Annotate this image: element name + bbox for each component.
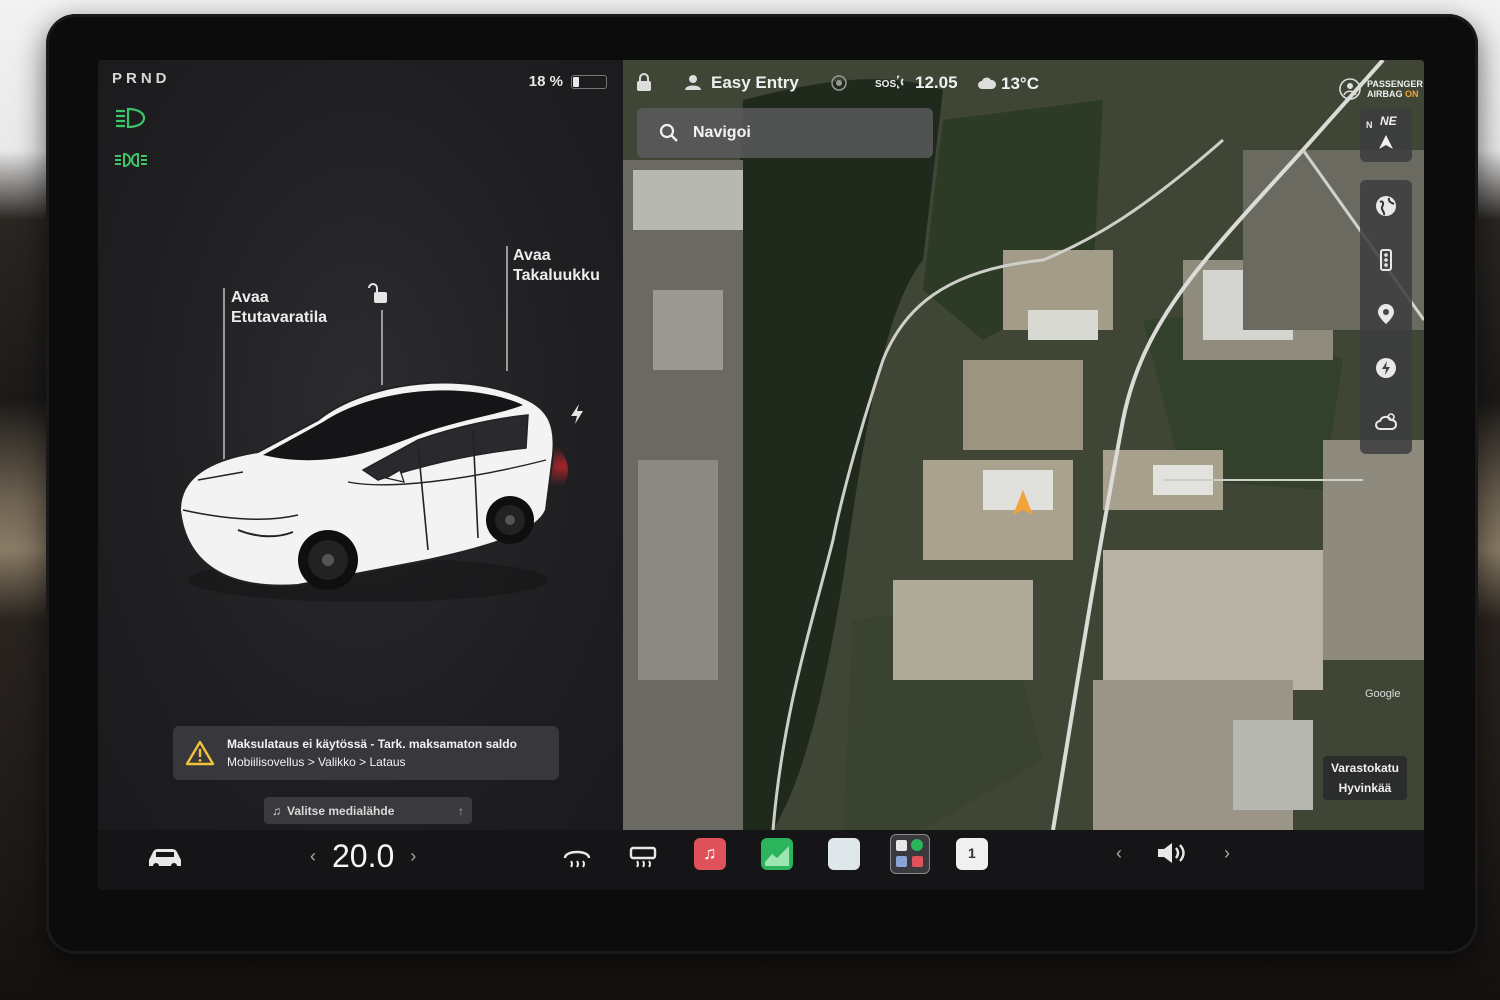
gear-indicator: PRND xyxy=(112,70,171,87)
battery-icon xyxy=(571,74,607,89)
cabin-temperature[interactable]: 20.0 xyxy=(332,838,394,875)
charging-alert[interactable]: Maksulataus ei käytössä - Tark. maksamat… xyxy=(173,726,559,780)
trunk-callout-line xyxy=(506,246,508,371)
music-note-icon: ♫ xyxy=(272,803,281,818)
apps-grid-icon xyxy=(896,839,923,867)
media-source-label: Valitse medialähde xyxy=(287,803,395,818)
energy-graph-icon xyxy=(765,846,789,866)
alert-path: Mobiilisovellus > Valikko > Lataus xyxy=(227,755,406,769)
airbag-label-line2: AIRBAG xyxy=(1367,89,1403,99)
battery-indicator: 18 % xyxy=(529,73,607,90)
map-pin-icon[interactable] xyxy=(1374,302,1398,326)
speaker-icon[interactable] xyxy=(1156,840,1190,866)
calendar-app-icon[interactable]: 1 xyxy=(956,838,988,870)
warning-icon xyxy=(185,740,215,766)
open-frunk-button[interactable]: Avaa Etutavaratila xyxy=(231,288,327,328)
airbag-label-line1: PASSENGER xyxy=(1367,79,1423,89)
cloud-icon xyxy=(978,77,997,89)
navigation-arrow-icon xyxy=(1379,135,1393,149)
compass-heading-label: NE xyxy=(1380,114,1397,128)
search-placeholder: Navigoi xyxy=(693,124,751,141)
globe-icon[interactable] xyxy=(1374,194,1398,218)
volume-control: ‹ › xyxy=(1116,840,1230,866)
frunk-callout-line1: Avaa xyxy=(231,289,269,306)
lock-open-icon[interactable] xyxy=(368,282,392,306)
energy-app-icon[interactable] xyxy=(761,838,793,870)
street-name: Varastokatu xyxy=(1330,761,1400,775)
sentry-mode-icon[interactable] xyxy=(831,75,847,91)
bottom-dock: ‹ 20.0 › ♫ 1 ‹ › xyxy=(98,830,1424,890)
airbag-icon xyxy=(1339,78,1361,100)
signal-icon xyxy=(897,75,904,89)
navigation-map[interactable]: Easy Entry SOS 12.05 13°C PASSENGER AIRB… xyxy=(623,60,1424,830)
traffic-light-icon[interactable] xyxy=(1374,248,1398,272)
vehicle-3d-model xyxy=(178,381,568,602)
parking-lights-icon[interactable] xyxy=(114,148,148,172)
current-street-label: Varastokatu Hyvinkää xyxy=(1323,756,1407,800)
app-launcher-icon[interactable] xyxy=(890,834,930,874)
media-source-button[interactable]: ♫ Valitse medialähde ↑ xyxy=(264,797,472,824)
frunk-callout-line2: Etutavaratila xyxy=(231,309,328,326)
outside-temperature: 13°C xyxy=(1001,74,1039,93)
airbag-state: ON xyxy=(1405,89,1419,99)
calendar-day: 1 xyxy=(968,845,976,861)
charger-icon[interactable] xyxy=(1374,356,1398,380)
alert-title: Maksulataus ei käytössä - Tark. maksamat… xyxy=(227,737,517,751)
rear-defrost-icon[interactable] xyxy=(628,844,658,870)
car-status-panel: PRND 18 % Avaa Etutavaratila Avaa Takalu… xyxy=(98,60,623,830)
music-app-icon[interactable]: ♫ xyxy=(694,838,726,870)
compass-button[interactable]: N NE xyxy=(1360,108,1412,162)
music-glyph: ♫ xyxy=(703,843,717,863)
temp-decrease-button[interactable]: ‹ xyxy=(310,846,316,867)
volume-down-button[interactable]: ‹ xyxy=(1116,843,1122,864)
map-attribution: Google xyxy=(1365,688,1401,700)
car-icon[interactable] xyxy=(146,846,184,870)
toybox-app-icon[interactable] xyxy=(828,838,860,870)
charge-port-icon[interactable] xyxy=(568,403,586,425)
open-trunk-button[interactable]: Avaa Takaluukku xyxy=(513,246,600,286)
search-icon xyxy=(659,123,678,142)
user-profile-icon[interactable] xyxy=(685,74,701,90)
passenger-airbag-indicator: PASSENGER AIRBAG ON xyxy=(1339,78,1423,100)
navigation-search-box[interactable]: Navigoi xyxy=(637,108,933,158)
front-defrost-icon[interactable] xyxy=(562,844,592,870)
trunk-callout-line1: Avaa xyxy=(513,247,551,264)
headlights-icon[interactable] xyxy=(114,106,148,130)
trunk-callout-line2: Takaluukku xyxy=(513,267,600,284)
temp-increase-button[interactable]: › xyxy=(410,846,416,867)
clock: 12.05 xyxy=(915,73,958,92)
city-name: Hyvinkää xyxy=(1338,781,1392,795)
sos-label[interactable]: SOS xyxy=(875,79,896,90)
battery-percent: 18 % xyxy=(528,73,563,90)
weather-icon[interactable] xyxy=(1374,410,1398,434)
profile-name[interactable]: Easy Entry xyxy=(711,73,799,93)
battery-fill xyxy=(573,76,580,87)
touchscreen: PRND 18 % Avaa Etutavaratila Avaa Takalu… xyxy=(98,60,1424,890)
volume-up-button[interactable]: › xyxy=(1224,843,1230,864)
map-controls xyxy=(1360,180,1412,454)
map-status-bar: Easy Entry SOS 12.05 13°C xyxy=(623,60,1424,106)
chevron-up-icon: ↑ xyxy=(458,803,464,818)
lock-icon[interactable] xyxy=(635,72,653,92)
climate-temperature-control: ‹ 20.0 › xyxy=(310,838,416,875)
satellite-imagery xyxy=(623,60,1424,830)
compass-north-label: N xyxy=(1366,120,1373,130)
